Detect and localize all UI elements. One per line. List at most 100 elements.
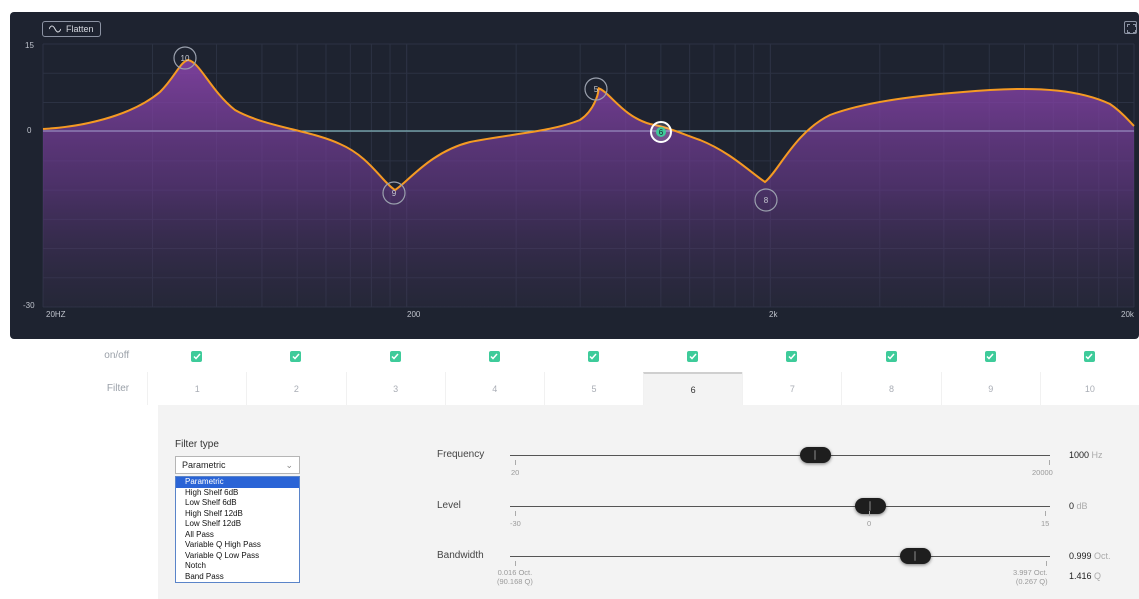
check-icon (391, 353, 399, 360)
level-mid-label: 0 (867, 519, 872, 528)
eq-graph[interactable]: 10 9 6 5 8 (10, 12, 1139, 339)
bandwidth-min-tick (515, 561, 516, 566)
x-label-2k: 2k (769, 310, 778, 319)
filter-tab-4[interactable]: 4 (444, 372, 544, 405)
eq-node-6[interactable]: 6 (650, 121, 672, 143)
frequency-track[interactable] (510, 455, 1050, 456)
filter-type-label: Filter type (175, 439, 219, 450)
frequency-unit: Hz (1091, 450, 1103, 460)
onoff-cell-5 (544, 344, 643, 368)
frequency-value-display: 1000 Hz (1069, 450, 1103, 460)
filter-type-option[interactable]: Notch (176, 561, 299, 572)
chevron-down-icon: ⌄ (285, 460, 293, 470)
filter-type-option[interactable]: Band Pass (176, 572, 299, 583)
bandwidth-max-oct: 3.997 Oct. (1013, 568, 1048, 577)
eq-graph-panel[interactable]: 10 9 6 5 8 Flatten 15 0 -30 20HZ 200 2k 20k (10, 12, 1139, 339)
enable-checkbox-2[interactable] (290, 350, 302, 362)
frequency-value: 1000 (1069, 450, 1090, 460)
filter-tab-5[interactable]: 5 (543, 372, 644, 405)
bandwidth-q-value: 1.416 (1069, 571, 1092, 581)
filter-tab-3[interactable]: 3 (345, 372, 445, 405)
filter-tabs: Filter 1 2 3 4 5 6 7 8 9 10 (0, 372, 1139, 405)
eq-node-label: 6 (659, 128, 664, 137)
level-min-label: -30 (510, 519, 521, 528)
bandwidth-unit: Oct. (1094, 551, 1111, 561)
filter-type-select[interactable]: Parametric ⌄ (175, 456, 300, 474)
enable-checkbox-8[interactable] (885, 350, 897, 362)
filter-type-option[interactable]: High Shelf 6dB (176, 488, 299, 499)
filter-type-option[interactable]: Low Shelf 6dB (176, 498, 299, 509)
filter-type-options[interactable]: Parametric High Shelf 6dB Low Shelf 6dB Hig… (175, 476, 300, 583)
filter-tab-2[interactable]: 2 (246, 372, 346, 405)
eq-node-label: 5 (594, 85, 599, 94)
check-icon (986, 353, 994, 360)
level-unit: dB (1076, 501, 1088, 511)
onoff-cell-7 (742, 344, 841, 368)
frequency-label: Frequency (437, 449, 485, 460)
eq-node-label: 8 (764, 196, 769, 205)
check-icon (490, 353, 498, 360)
filter-type-option[interactable]: Variable Q Low Pass (176, 551, 299, 562)
filter-tab-6[interactable]: 6 (643, 372, 743, 405)
onoff-cell-6 (643, 344, 742, 368)
wave-icon (49, 25, 61, 33)
filter-type-option[interactable]: High Shelf 12dB (176, 509, 299, 520)
level-max-label: 15 (1041, 519, 1050, 528)
frequency-min-label: 20 (511, 468, 520, 477)
check-icon (292, 353, 300, 360)
y-label-top: 15 (25, 41, 34, 50)
onoff-label: on/off (104, 350, 130, 361)
onoff-row: on/off (0, 344, 1139, 368)
enable-checkbox-1[interactable] (191, 350, 203, 362)
filter-tab-8[interactable]: 8 (841, 372, 941, 405)
filter-tab-10[interactable]: 10 (1039, 372, 1139, 405)
bandwidth-min-oct: 0.016 Oct. (497, 568, 533, 577)
frequency-slider-thumb[interactable] (800, 447, 832, 463)
level-slider-thumb[interactable] (855, 498, 887, 514)
level-track[interactable] (510, 506, 1050, 507)
bandwidth-max-tick (1046, 561, 1047, 566)
filter-type-option[interactable]: Low Shelf 12dB (176, 519, 299, 530)
check-icon (193, 353, 201, 360)
onoff-cell-3 (346, 344, 445, 368)
filter-tab-1[interactable]: 1 (147, 372, 247, 405)
bandwidth-max-q: (0.267 Q) (1015, 577, 1048, 586)
y-label-bottom: -30 (23, 301, 35, 310)
enable-checkbox-3[interactable] (389, 350, 401, 362)
frequency-max-tick (1049, 460, 1050, 465)
bandwidth-min-label: 0.016 Oct. (90.168 Q) (497, 568, 533, 586)
bandwidth-label: Bandwidth (437, 550, 484, 561)
x-label-20hz: 20HZ (46, 310, 66, 319)
filter-type-option[interactable]: Parametric (176, 477, 299, 488)
y-label-zero: 0 (27, 126, 32, 135)
onoff-cell-4 (445, 344, 544, 368)
bandwidth-slider-thumb[interactable] (900, 548, 931, 564)
filter-type-value: Parametric (182, 460, 226, 470)
filter-type-option[interactable]: All Pass (176, 530, 299, 541)
x-label-20k: 20k (1121, 310, 1134, 319)
onoff-cell-8 (841, 344, 940, 368)
bandwidth-value-display: 0.999 Oct. (1069, 551, 1111, 561)
onoff-cell-10 (1040, 344, 1139, 368)
filter-settings-panel: Filter type Parametric ⌄ Parametric High … (158, 405, 1139, 599)
level-value-display: 0 dB (1069, 501, 1088, 511)
enable-checkbox-10[interactable] (1083, 350, 1095, 362)
flatten-label: Flatten (66, 24, 94, 34)
filter-tab-7[interactable]: 7 (742, 372, 842, 405)
filter-tab-9[interactable]: 9 (940, 372, 1040, 405)
filter-label: Filter (106, 383, 130, 394)
bandwidth-track[interactable] (510, 556, 1050, 557)
bandwidth-value: 0.999 (1069, 551, 1092, 561)
level-label: Level (437, 500, 461, 511)
eq-node-label: 9 (392, 189, 397, 198)
enable-checkbox-9[interactable] (984, 350, 996, 362)
check-icon (887, 353, 895, 360)
expand-icon[interactable] (1124, 21, 1137, 34)
enable-checkbox-5[interactable] (587, 350, 599, 362)
enable-checkbox-6[interactable] (687, 350, 699, 362)
filter-type-option[interactable]: Variable Q High Pass (176, 540, 299, 551)
enable-checkbox-7[interactable] (786, 350, 798, 362)
enable-checkbox-4[interactable] (488, 350, 500, 362)
bandwidth-min-q: (90.168 Q) (497, 577, 533, 586)
flatten-button[interactable]: Flatten (42, 21, 101, 37)
